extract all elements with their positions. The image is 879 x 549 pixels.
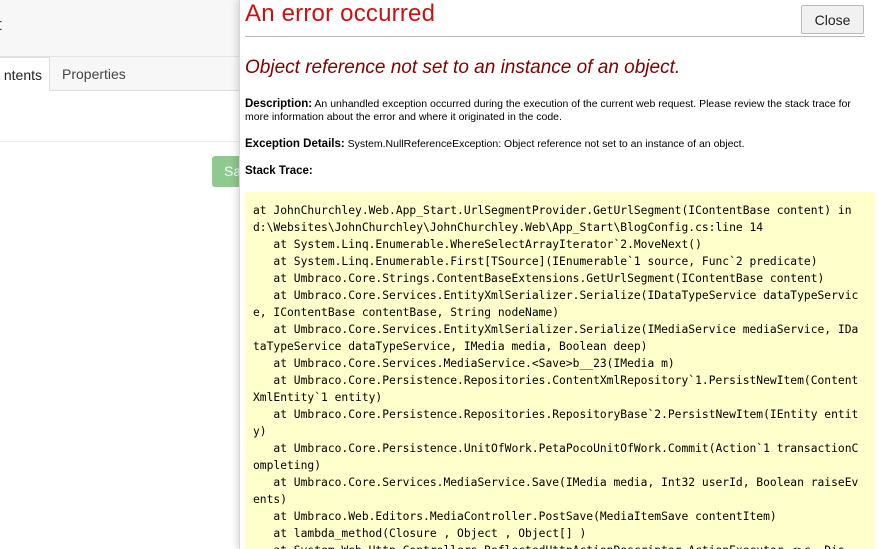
title-divider [245,36,865,37]
error-message: Object reference not set to an instance … [245,57,681,78]
editor-tabs: ntents Properties [0,57,240,91]
close-button[interactable]: Close [801,5,864,34]
exception-text: System.NullReferenceException: Object re… [344,138,745,150]
editor-divider [0,141,240,142]
description-text: An unhandled exception occurred during t… [245,98,851,123]
editor-title-fragment: t [0,15,2,35]
stack-trace-heading: Stack Trace: [245,165,313,177]
tab-properties[interactable]: Properties [62,57,126,90]
exception-details: Exception Details: System.NullReferenceE… [245,138,857,151]
editor-header: t [0,0,240,57]
description-label: Description: [245,98,313,110]
error-title: An error occurred [245,0,436,27]
tab-contents[interactable]: ntents [0,57,50,91]
error-panel: An error occurred Close Object reference… [239,0,879,549]
stack-trace-text: at JohnChurchley.Web.App_Start.UrlSegmen… [253,204,859,549]
save-button[interactable]: Save [212,156,240,187]
stack-trace-box[interactable]: at JohnChurchley.Web.App_Start.UrlSegmen… [245,192,875,549]
background-editor: t ntents Properties Save [0,0,240,549]
error-description: Description: An unhandled exception occu… [245,98,857,124]
exception-label: Exception Details: [245,138,345,150]
